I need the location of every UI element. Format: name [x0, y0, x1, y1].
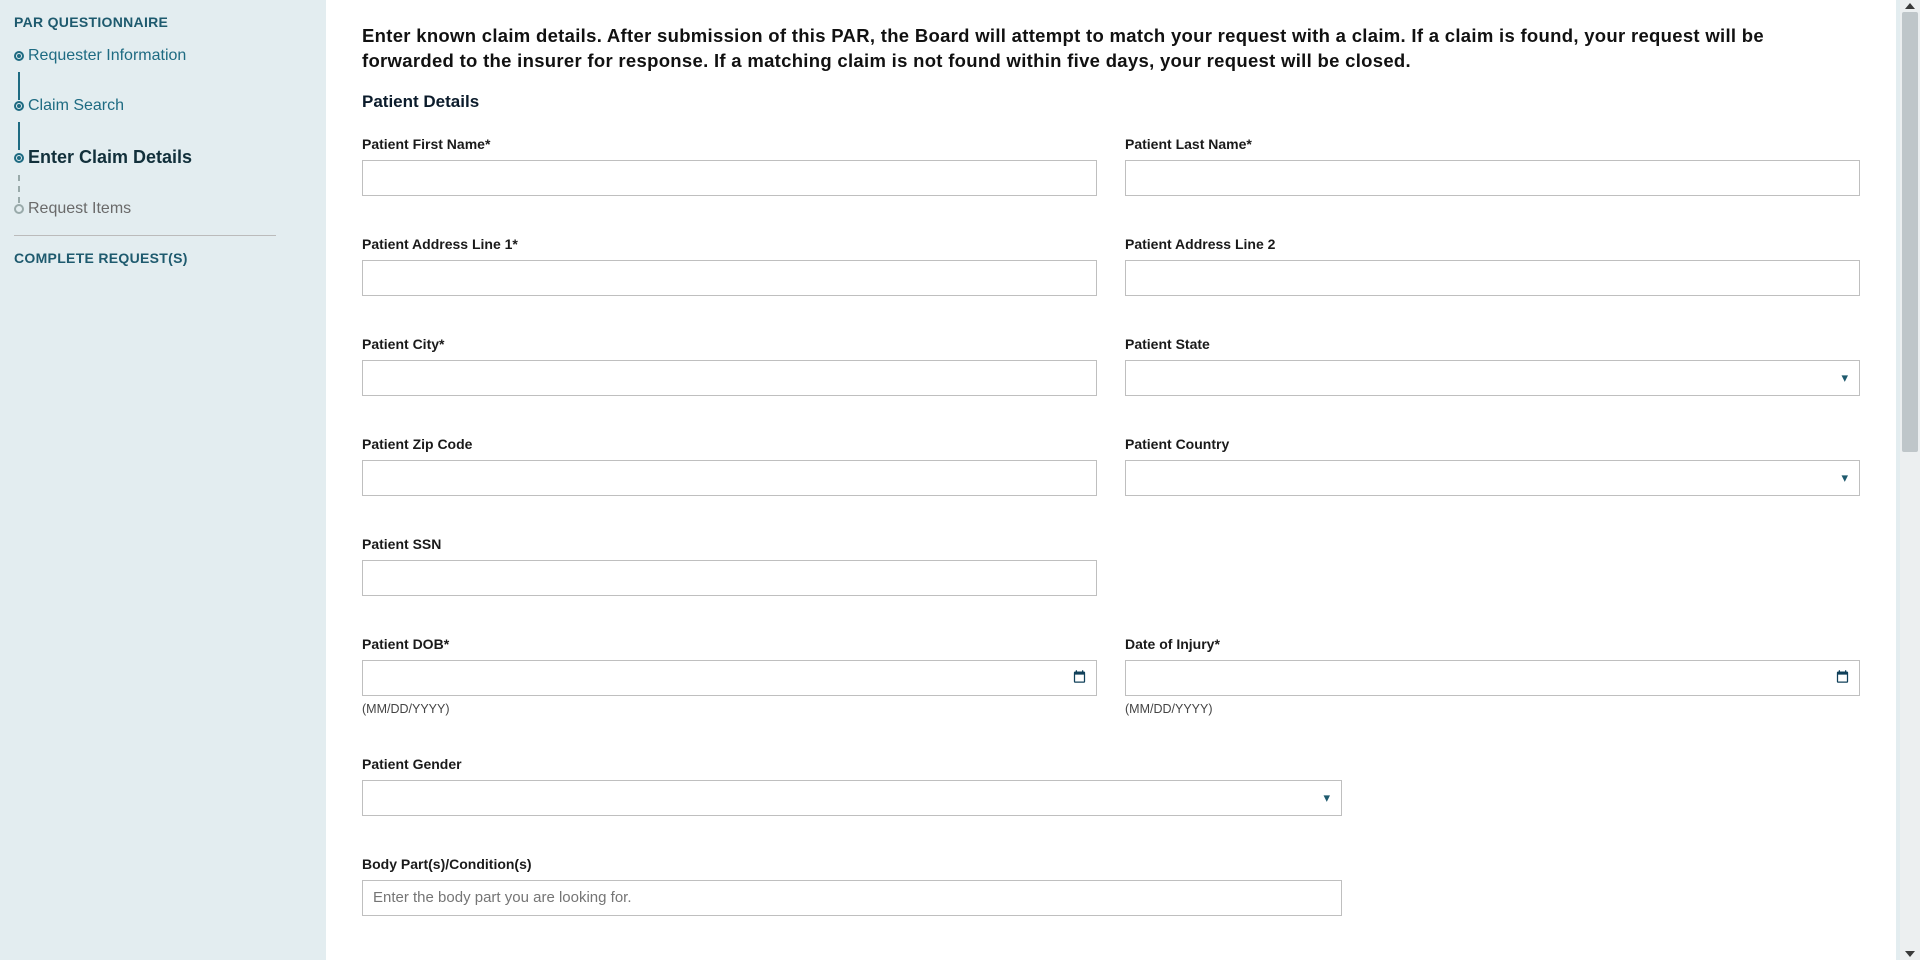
- label-doi: Date of Injury: [1125, 636, 1860, 652]
- input-addr1[interactable]: [362, 260, 1097, 296]
- section-title-patient: Patient Details: [362, 92, 1860, 112]
- field-ssn: Patient SSN: [362, 536, 1097, 596]
- complete-requests-link[interactable]: COMPLETE REQUEST(S): [14, 250, 312, 266]
- label-addr2: Patient Address Line 2: [1125, 236, 1860, 252]
- input-addr2[interactable]: [1125, 260, 1860, 296]
- step-bullet-icon: [14, 204, 24, 214]
- step-claim-search[interactable]: Claim Search: [14, 90, 312, 122]
- step-enter-claim-details[interactable]: Enter Claim Details: [14, 140, 312, 175]
- input-zip[interactable]: [362, 460, 1097, 496]
- input-last-name[interactable]: [1125, 160, 1860, 196]
- field-dob: Patient DOB (MM/DD/YYYY): [362, 636, 1097, 716]
- hint-dob: (MM/DD/YYYY): [362, 702, 1097, 716]
- field-addr1: Patient Address Line 1: [362, 236, 1097, 296]
- step-label: Claim Search: [28, 97, 124, 114]
- input-dob[interactable]: [362, 660, 1097, 696]
- step-requester-information[interactable]: Requester Information: [14, 40, 312, 72]
- input-ssn[interactable]: [362, 560, 1097, 596]
- label-country: Patient Country: [1125, 436, 1860, 452]
- step-bullet-icon: [14, 101, 24, 111]
- scroll-track[interactable]: [1900, 12, 1920, 948]
- sidebar-title: PAR QUESTIONNAIRE: [14, 14, 312, 30]
- hint-doi: (MM/DD/YYYY): [1125, 702, 1860, 716]
- step-bullet-icon: [14, 51, 24, 61]
- field-country: Patient Country ▾: [1125, 436, 1860, 496]
- step-label: Requester Information: [28, 47, 186, 64]
- field-last-name: Patient Last Name: [1125, 136, 1860, 196]
- label-last-name: Patient Last Name: [1125, 136, 1860, 152]
- page-scrollbar[interactable]: [1900, 0, 1920, 960]
- scroll-down-icon[interactable]: [1905, 951, 1915, 957]
- questionnaire-steps: Requester Information Claim Search Enter…: [14, 40, 312, 225]
- select-country[interactable]: [1125, 460, 1860, 496]
- sidebar-divider: [14, 235, 276, 236]
- input-bodypart[interactable]: [362, 880, 1342, 916]
- field-doi: Date of Injury (MM/DD/YYYY): [1125, 636, 1860, 716]
- select-gender[interactable]: [362, 780, 1342, 816]
- step-request-items[interactable]: Request Items: [14, 193, 312, 225]
- sidebar: PAR QUESTIONNAIRE Requester Information …: [0, 0, 326, 960]
- field-state: Patient State ▾: [1125, 336, 1860, 396]
- patient-form: Patient First Name Patient Last Name Pat…: [362, 136, 1860, 956]
- label-addr1: Patient Address Line 1: [362, 236, 1097, 252]
- scroll-up-icon[interactable]: [1905, 3, 1915, 9]
- field-addr2: Patient Address Line 2: [1125, 236, 1860, 296]
- field-first-name: Patient First Name: [362, 136, 1097, 196]
- scroll-thumb[interactable]: [1902, 12, 1918, 452]
- label-zip: Patient Zip Code: [362, 436, 1097, 452]
- field-gender: Patient Gender ▾: [362, 756, 1860, 816]
- input-city[interactable]: [362, 360, 1097, 396]
- step-label: Request Items: [28, 200, 131, 217]
- input-doi[interactable]: [1125, 660, 1860, 696]
- label-bodypart: Body Part(s)/Condition(s): [362, 856, 1860, 872]
- field-bodypart: Body Part(s)/Condition(s): [362, 856, 1860, 916]
- input-first-name[interactable]: [362, 160, 1097, 196]
- main-panel: Enter known claim details. After submiss…: [326, 0, 1896, 960]
- step-bullet-icon: [14, 153, 24, 163]
- field-city: Patient City: [362, 336, 1097, 396]
- label-gender: Patient Gender: [362, 756, 1860, 772]
- label-dob: Patient DOB: [362, 636, 1097, 652]
- select-state[interactable]: [1125, 360, 1860, 396]
- label-state: Patient State: [1125, 336, 1860, 352]
- label-ssn: Patient SSN: [362, 536, 1097, 552]
- label-city: Patient City: [362, 336, 1097, 352]
- label-first-name: Patient First Name: [362, 136, 1097, 152]
- instructions-text: Enter known claim details. After submiss…: [362, 24, 1860, 74]
- field-zip: Patient Zip Code: [362, 436, 1097, 496]
- step-label: Enter Claim Details: [28, 147, 192, 167]
